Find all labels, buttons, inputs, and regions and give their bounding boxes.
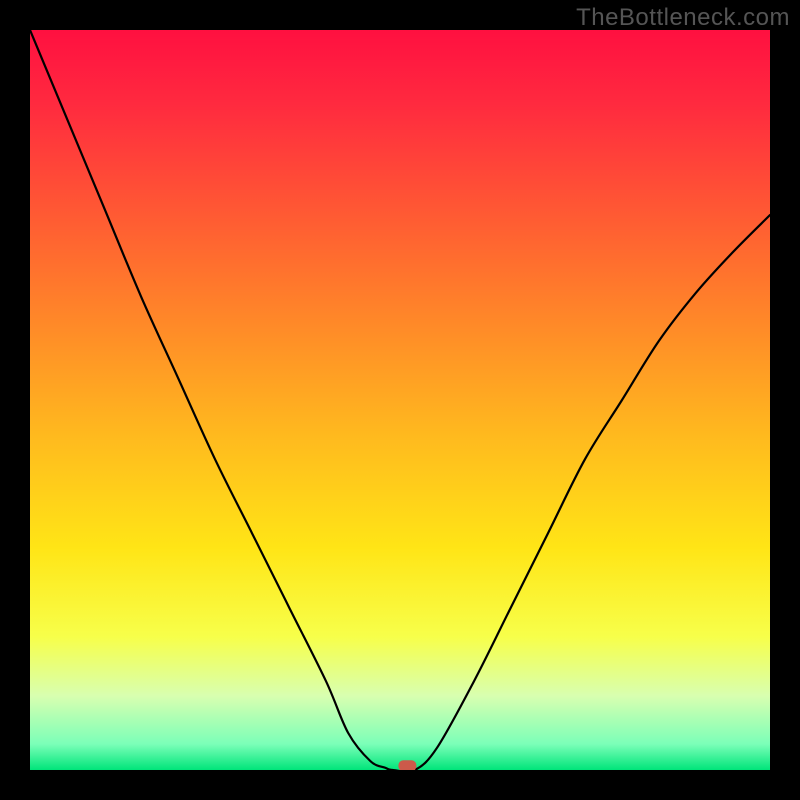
watermark-text: TheBottleneck.com xyxy=(576,4,790,32)
gradient-background xyxy=(30,30,770,770)
bottleneck-chart xyxy=(30,30,770,770)
plot-area xyxy=(30,30,770,770)
chart-frame: TheBottleneck.com xyxy=(0,0,800,800)
optimal-point-marker xyxy=(398,760,416,770)
